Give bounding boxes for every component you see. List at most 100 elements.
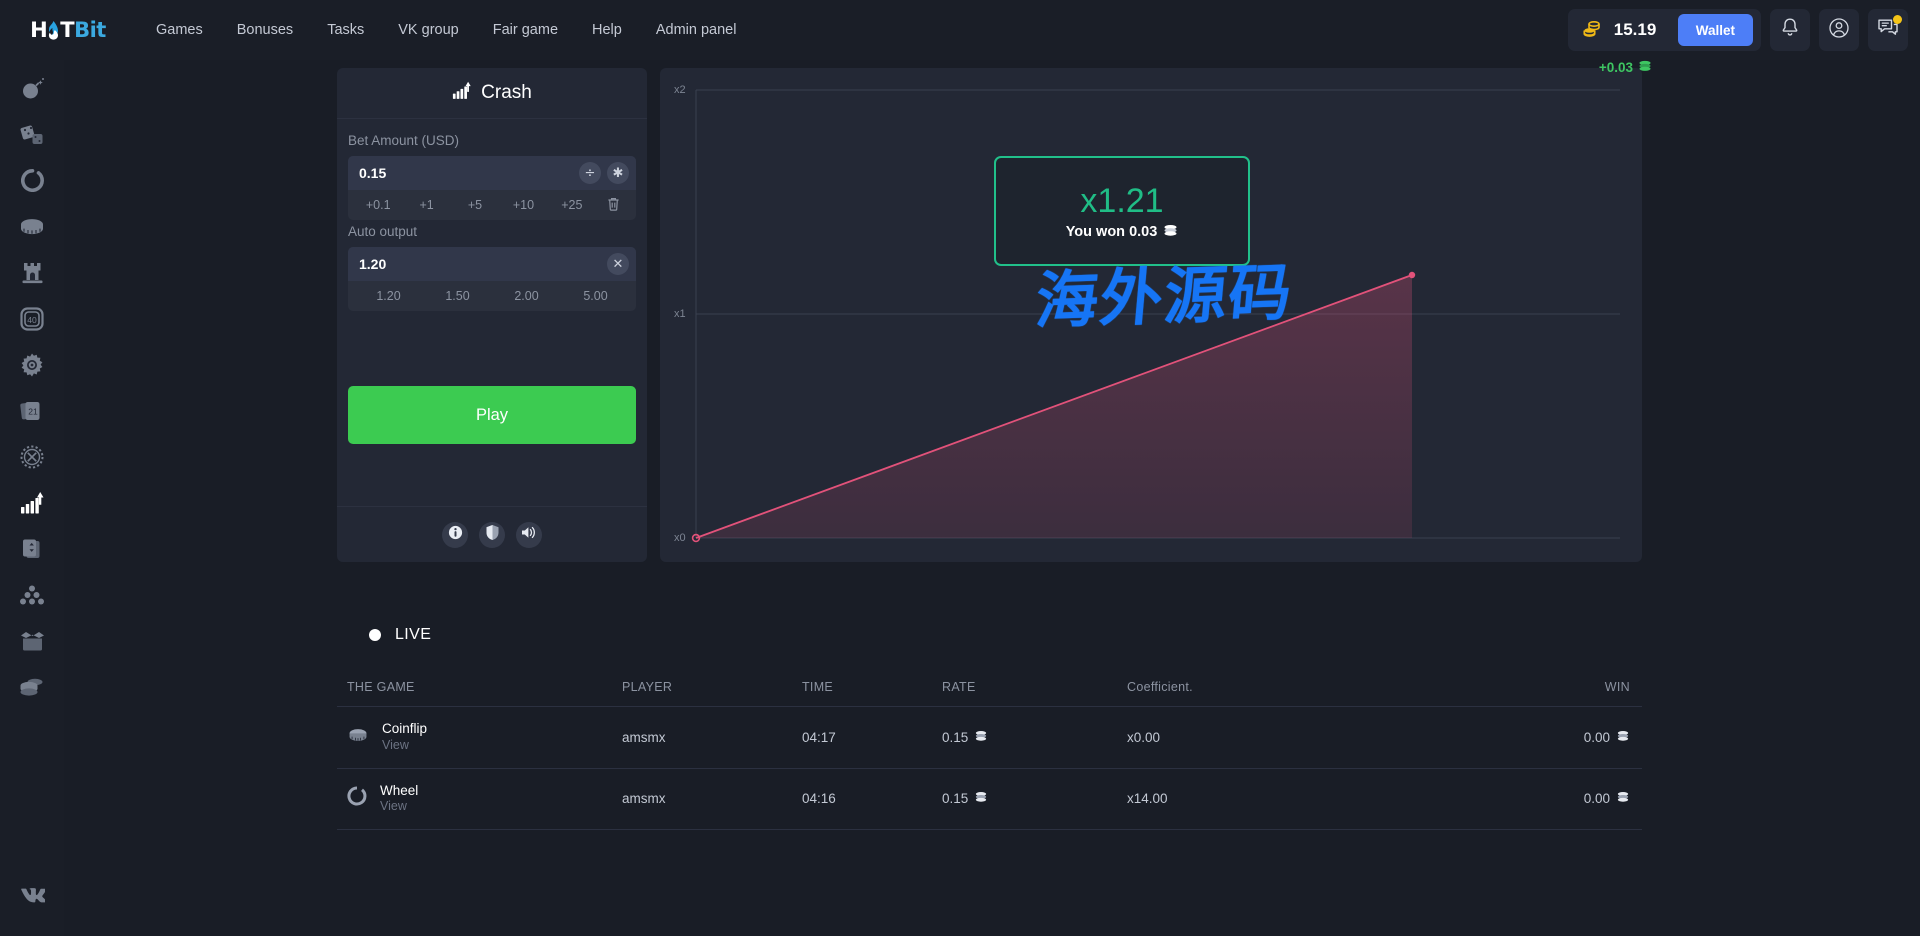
auto-chip-2[interactable]: 2.00 bbox=[492, 289, 561, 303]
sidebar-item-jackpot[interactable] bbox=[10, 666, 54, 712]
win-message-text: You won 0.03 bbox=[1066, 224, 1158, 240]
column-header-rate: RATE bbox=[942, 670, 1127, 707]
nav-item-games[interactable]: Games bbox=[156, 22, 203, 38]
bet-panel: Crash Bet Amount (USD) ÷ ✱ +0.1 +1 +5 +1… bbox=[337, 68, 647, 562]
cell-game: Coinflip View bbox=[337, 707, 622, 769]
nav-item-tasks[interactable]: Tasks bbox=[327, 22, 364, 38]
live-indicator-dot bbox=[369, 629, 381, 641]
chat-button[interactable] bbox=[1868, 9, 1908, 51]
bet-amount-label: Bet Amount (USD) bbox=[348, 133, 636, 148]
user-circle-icon bbox=[1828, 17, 1850, 44]
bet-multiply-button[interactable]: ✱ bbox=[607, 162, 629, 184]
sidebar-item-roulette[interactable] bbox=[10, 344, 54, 390]
rate-value: 0.15 bbox=[942, 730, 968, 745]
sidebar-item-plinko[interactable] bbox=[10, 574, 54, 620]
sidebar-item-coinflip[interactable] bbox=[10, 206, 54, 252]
wallet-button[interactable]: Wallet bbox=[1678, 14, 1753, 46]
cell-player: amsmx bbox=[622, 768, 802, 830]
bet-chip-3[interactable]: +10 bbox=[499, 198, 547, 212]
sidebar-item-wheel-of-fortune[interactable] bbox=[10, 436, 54, 482]
cell-rate: 0.15 bbox=[942, 768, 1127, 830]
game-name: Wheel bbox=[380, 783, 418, 800]
cell-coefficient: x14.00 bbox=[1127, 768, 1427, 830]
sidebar-item-blackjack[interactable]: 21 bbox=[10, 390, 54, 436]
sound-button[interactable] bbox=[516, 522, 542, 548]
auto-output-input[interactable] bbox=[359, 256, 601, 272]
bet-panel-body: Bet Amount (USD) ÷ ✱ +0.1 +1 +5 +10 +25 bbox=[337, 119, 647, 373]
sidebar-item-tower[interactable] bbox=[10, 252, 54, 298]
nav-item-admin-panel[interactable]: Admin panel bbox=[656, 22, 737, 38]
bet-clear-button[interactable] bbox=[596, 197, 630, 214]
game-cell-text: Wheel View bbox=[380, 783, 418, 816]
coin-stack-icon bbox=[974, 730, 988, 745]
bet-chip-1[interactable]: +1 bbox=[402, 198, 450, 212]
win-result-card: x1.21 You won 0.03 bbox=[994, 156, 1250, 266]
fairness-button[interactable] bbox=[479, 522, 505, 548]
nav-item-fair-game[interactable]: Fair game bbox=[493, 22, 558, 38]
table-row[interactable]: Coinflip View amsmx 04:17 0.15 bbox=[337, 707, 1642, 769]
view-link[interactable]: View bbox=[380, 799, 418, 815]
sidebar-item-vk[interactable] bbox=[10, 874, 54, 920]
cell-rate: 0.15 bbox=[942, 707, 1127, 769]
win-wrap: 0.00 bbox=[1584, 730, 1630, 745]
nav-item-help[interactable]: Help bbox=[592, 22, 622, 38]
play-button[interactable]: Play bbox=[348, 386, 636, 444]
bet-amount-box: ÷ ✱ +0.1 +1 +5 +10 +25 bbox=[348, 156, 636, 220]
sidebar-item-dice[interactable] bbox=[10, 114, 54, 160]
game-cell: Coinflip View bbox=[347, 721, 622, 754]
plinko-icon bbox=[20, 585, 44, 610]
sidebar-item-hilo[interactable] bbox=[10, 528, 54, 574]
sidebar-item-wheel[interactable] bbox=[10, 160, 54, 206]
bet-chip-4[interactable]: +25 bbox=[548, 198, 596, 212]
cards-21-icon: 21 bbox=[20, 399, 45, 428]
nav-item-bonuses[interactable]: Bonuses bbox=[237, 22, 293, 38]
bell-icon bbox=[1780, 17, 1800, 43]
trash-icon bbox=[607, 197, 620, 214]
auto-output-clear-button[interactable]: ✕ bbox=[607, 253, 629, 275]
sidebar-item-mines[interactable] bbox=[10, 68, 54, 114]
cell-win: 0.00 bbox=[1427, 707, 1642, 769]
notifications-button[interactable] bbox=[1770, 9, 1810, 51]
logo-text-part3: Bit bbox=[74, 18, 106, 42]
profile-button[interactable] bbox=[1819, 9, 1859, 51]
info-button[interactable] bbox=[442, 522, 468, 548]
crash-graph: x2 x1 x0 x1.21 You won 0.03 bbox=[660, 68, 1642, 562]
sidebar-item-cases[interactable] bbox=[10, 620, 54, 666]
win-toast: +0.03 bbox=[1599, 60, 1652, 75]
sound-icon bbox=[521, 525, 537, 545]
live-bets-table: THE GAME PLAYER TIME RATE Coefficient. W… bbox=[337, 670, 1642, 830]
sidebar-item-game-40[interactable]: 40 bbox=[10, 298, 54, 344]
sidebar-item-crash[interactable] bbox=[10, 482, 54, 528]
bet-amount-input[interactable] bbox=[359, 165, 573, 181]
site-logo[interactable]: H T Bit bbox=[20, 16, 116, 44]
view-link[interactable]: View bbox=[382, 738, 427, 754]
auto-chip-1[interactable]: 1.50 bbox=[423, 289, 492, 303]
rate-wrap: 0.15 bbox=[942, 791, 988, 806]
coins-stack-icon bbox=[19, 676, 45, 703]
column-header-player: PLAYER bbox=[622, 670, 802, 707]
svg-text:40: 40 bbox=[27, 315, 37, 325]
auto-chip-3[interactable]: 5.00 bbox=[561, 289, 630, 303]
auto-chip-row: 1.20 1.50 2.00 5.00 bbox=[348, 281, 636, 311]
balance-widget[interactable]: 15.19 Wallet bbox=[1568, 9, 1761, 51]
bet-chip-row: +0.1 +1 +5 +10 +25 bbox=[348, 190, 636, 220]
left-sidebar: 40 21 bbox=[0, 60, 64, 936]
bet-chip-0[interactable]: +0.1 bbox=[354, 198, 402, 212]
bet-divide-button[interactable]: ÷ bbox=[579, 162, 601, 184]
auto-output-box: ✕ 1.20 1.50 2.00 5.00 bbox=[348, 247, 636, 311]
table-row[interactable]: Wheel View amsmx 04:16 0.15 bbox=[337, 768, 1642, 830]
chat-unread-badge bbox=[1893, 15, 1902, 24]
main-nav: Games Bonuses Tasks VK group Fair game H… bbox=[156, 22, 736, 38]
auto-chip-0[interactable]: 1.20 bbox=[354, 289, 423, 303]
open-box-icon bbox=[20, 631, 45, 656]
coin-icon bbox=[347, 726, 369, 748]
game-cell: Wheel View bbox=[347, 783, 622, 816]
nav-item-vk-group[interactable]: VK group bbox=[398, 22, 458, 38]
bet-chip-2[interactable]: +5 bbox=[451, 198, 499, 212]
live-table-head: THE GAME PLAYER TIME RATE Coefficient. W… bbox=[337, 670, 1642, 707]
game-title: Crash bbox=[481, 82, 532, 104]
auto-output-row: ✕ bbox=[348, 247, 636, 281]
column-header-coefficient: Coefficient. bbox=[1127, 670, 1427, 707]
logo-text-part2: T bbox=[60, 18, 74, 42]
live-table-body: Coinflip View amsmx 04:17 0.15 bbox=[337, 707, 1642, 830]
